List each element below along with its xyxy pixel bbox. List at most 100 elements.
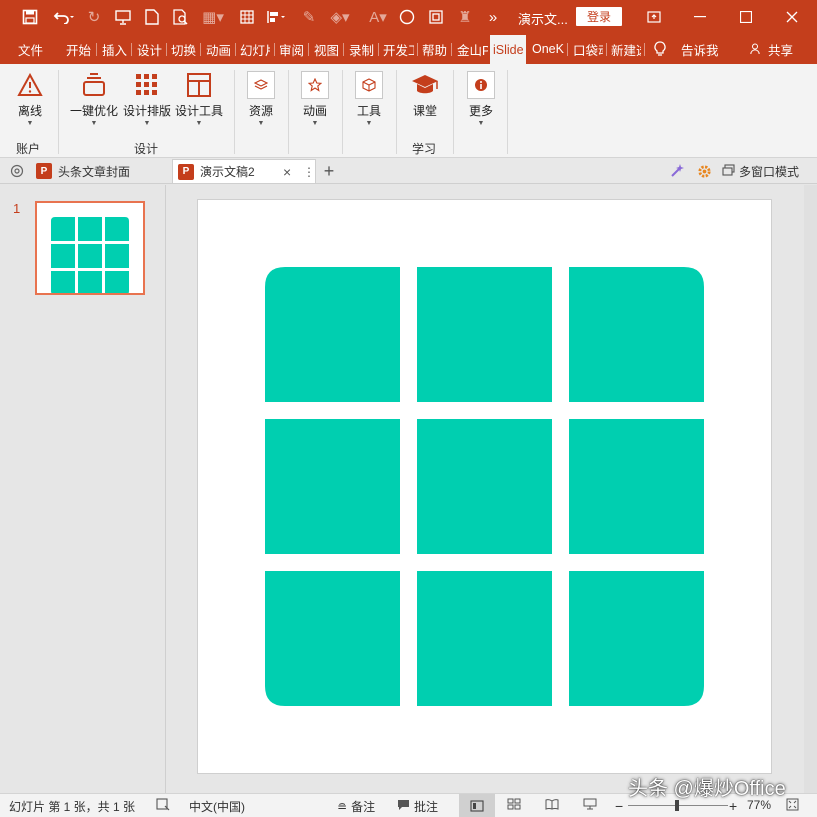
tab-design[interactable]: 设计: [135, 34, 163, 64]
tab-file[interactable]: 文件: [16, 34, 46, 64]
doc-tab-cover[interactable]: P 头条文章封面: [34, 159, 170, 183]
tab-transitions[interactable]: 切换: [169, 34, 197, 64]
ribbon-display-options-icon[interactable]: [631, 0, 677, 34]
thumb-tile-1-3[interactable]: [105, 217, 129, 241]
tab-pocket-animation[interactable]: 口袋动: [571, 34, 603, 64]
present-icon[interactable]: [112, 5, 134, 29]
image-icon[interactable]: ▦▾: [198, 5, 228, 29]
tab-view[interactable]: 视图: [312, 34, 340, 64]
comments-button[interactable]: 批注: [397, 798, 438, 815]
add-tab-icon[interactable]: +: [318, 159, 340, 183]
gear-icon[interactable]: [694, 159, 714, 183]
one-key-optimize-button[interactable]: 一键优化 ▼: [66, 70, 122, 127]
animation-button[interactable]: 动画 ▼: [298, 70, 332, 127]
format-painter-icon[interactable]: ♜: [454, 5, 476, 29]
tab-menu-icon[interactable]: ⋮: [303, 165, 315, 179]
slide-tile-3-2[interactable]: [417, 571, 552, 706]
tell-me-search[interactable]: 告诉我: [679, 34, 721, 64]
doc-tab-presentation[interactable]: P 演示文稿2 × ⋮: [172, 159, 316, 183]
thumb-tile-2-3[interactable]: [105, 244, 129, 268]
slide-tile-2-2[interactable]: [417, 419, 552, 554]
tab-help[interactable]: 帮助: [420, 34, 448, 64]
tab-new-group[interactable]: 新建选: [609, 34, 641, 64]
font-color-icon[interactable]: A▾: [364, 5, 392, 29]
close-icon[interactable]: [769, 0, 815, 34]
print-preview-icon[interactable]: [170, 5, 192, 29]
chevron-down-icon: ▼: [477, 120, 485, 127]
normal-view-icon[interactable]: [459, 794, 495, 817]
login-button[interactable]: 登录: [576, 7, 622, 26]
thumb-tile-3-3[interactable]: [105, 271, 129, 295]
thumb-tile-3-2[interactable]: [78, 271, 102, 295]
title-bar: ↻ ▦▾ ✎ ◈▾ A▾ ♜ » 演示文... 登录: [0, 0, 817, 34]
slide-canvas[interactable]: [197, 199, 772, 774]
tab-animations[interactable]: 动画: [204, 34, 232, 64]
classroom-button[interactable]: 课堂: [408, 70, 442, 119]
slide-tile-3-1[interactable]: [265, 571, 400, 706]
share-user-icon[interactable]: [748, 34, 762, 64]
slideshow-view-icon[interactable]: [583, 798, 597, 810]
slide-tile-1-3[interactable]: [569, 267, 704, 402]
zoom-out-icon[interactable]: −: [615, 798, 623, 814]
slide-thumbnail[interactable]: [35, 201, 145, 295]
design-tools-button[interactable]: 设计工具 ▼: [174, 70, 224, 127]
tab-onekey[interactable]: OneKe: [530, 34, 564, 64]
tab-record[interactable]: 录制: [347, 34, 375, 64]
resources-button[interactable]: 资源 ▼: [244, 70, 278, 127]
design-layout-button[interactable]: 设计排版 ▼: [122, 70, 172, 127]
thumb-tile-1-1[interactable]: [51, 217, 75, 241]
notes-button[interactable]: ≘ 备注: [337, 798, 375, 815]
minimize-icon[interactable]: [677, 0, 723, 34]
fit-to-window-icon[interactable]: [786, 798, 799, 811]
share-button[interactable]: 共享: [766, 34, 798, 64]
tab-home[interactable]: 开始: [64, 34, 92, 64]
vertical-scrollbar[interactable]: [804, 185, 817, 793]
slide-tile-1-1[interactable]: [265, 267, 400, 402]
tab-kingsoft-pdf[interactable]: 金山PD: [455, 34, 488, 64]
zoom-slider[interactable]: [628, 800, 728, 811]
circle-shape-icon[interactable]: [396, 5, 418, 29]
crop-icon[interactable]: [425, 5, 447, 29]
slide-tile-2-1[interactable]: [265, 419, 400, 554]
new-file-icon[interactable]: [141, 5, 163, 29]
tools-button[interactable]: 工具 ▼: [352, 70, 386, 127]
doc-tab-cover-label: 头条文章封面: [58, 164, 131, 179]
lightbulb-icon[interactable]: [652, 34, 668, 64]
more-commands-icon[interactable]: »: [482, 5, 504, 29]
multi-window-label: 多窗口模式: [739, 164, 800, 179]
settings-icon[interactable]: [6, 159, 28, 183]
accessibility-icon[interactable]: [156, 798, 170, 811]
slide-tile-3-3[interactable]: [569, 571, 704, 706]
thumb-tile-1-2[interactable]: [78, 217, 102, 241]
tab-review[interactable]: 审阅: [277, 34, 305, 64]
undo-icon[interactable]: [50, 5, 78, 29]
tab-slideshow[interactable]: 幻灯片: [238, 34, 270, 64]
multi-window-button[interactable]: 多窗口模式: [722, 159, 814, 183]
save-icon[interactable]: [19, 5, 41, 29]
close-tab-icon[interactable]: ×: [283, 164, 291, 180]
more-button[interactable]: 更多 ▼: [464, 70, 498, 127]
chevron-down-icon: ▼: [365, 120, 373, 127]
slide-tile-1-2[interactable]: [417, 267, 552, 402]
language-indicator[interactable]: 中文(中国): [189, 798, 245, 815]
zoom-slider-thumb[interactable]: [674, 800, 679, 811]
fill-icon[interactable]: ◈▾: [325, 5, 355, 29]
grid-icon[interactable]: [236, 5, 258, 29]
tab-insert[interactable]: 插入: [100, 34, 128, 64]
redo-icon[interactable]: ↻: [83, 5, 105, 29]
eyedropper-icon[interactable]: ✎: [298, 5, 320, 29]
thumb-tile-2-1[interactable]: [51, 244, 75, 268]
maximize-icon[interactable]: [723, 0, 769, 34]
offline-button[interactable]: 离线 ▼: [14, 70, 46, 127]
slide-sorter-icon[interactable]: [507, 798, 521, 810]
magic-wand-icon[interactable]: [666, 159, 688, 183]
reading-view-icon[interactable]: [545, 798, 559, 810]
align-icon[interactable]: [262, 5, 292, 29]
tab-developer[interactable]: 开发工: [381, 34, 414, 64]
thumb-tile-2-2[interactable]: [78, 244, 102, 268]
ribbon-tabs: 文件 开始 插入 设计 切换 动画 幻灯片 审阅 视图 录制 开发工 帮助 金山…: [0, 34, 817, 65]
slide-editor: [166, 185, 817, 793]
tab-islide[interactable]: iSlide: [490, 35, 526, 65]
slide-tile-2-3[interactable]: [569, 419, 704, 554]
thumb-tile-3-1[interactable]: [51, 271, 75, 295]
